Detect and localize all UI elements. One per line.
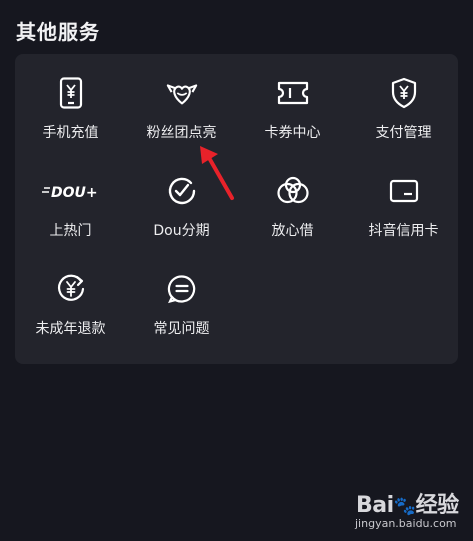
service-loan[interactable]: 放心借 bbox=[237, 152, 348, 242]
service-label: 支付管理 bbox=[375, 125, 432, 141]
service-label: 卡券中心 bbox=[264, 125, 321, 141]
baidu-jingyan-logo: Bai🐾经验 bbox=[356, 493, 459, 518]
service-douyin-credit-card[interactable]: 抖音信用卡 bbox=[348, 152, 459, 242]
paw-icon: 🐾 bbox=[393, 496, 416, 517]
annotation-arrow bbox=[200, 146, 234, 200]
dou-plus-text: DOU+ bbox=[51, 185, 98, 201]
service-label: Dou分期 bbox=[153, 223, 210, 239]
credit-card-icon bbox=[387, 174, 421, 208]
faq-icon bbox=[165, 272, 199, 306]
services-grid: 手机充值 粉丝团点亮 卡券中心 支付管理 DOU+ 上热门 Dou分期 放心借 … bbox=[15, 54, 458, 364]
payment-shield-icon bbox=[387, 76, 421, 110]
service-label: 常见问题 bbox=[153, 321, 210, 337]
service-phone-recharge[interactable]: 手机充值 bbox=[15, 54, 126, 144]
service-coupon-center[interactable]: 卡券中心 bbox=[237, 54, 348, 144]
service-label: 抖音信用卡 bbox=[368, 223, 439, 239]
service-minor-refund[interactable]: 未成年退款 bbox=[15, 250, 126, 340]
minor-refund-icon bbox=[54, 272, 88, 306]
loan-icon bbox=[276, 174, 310, 208]
service-label: 放心借 bbox=[271, 223, 314, 239]
coupon-icon bbox=[276, 76, 310, 110]
phone-recharge-icon bbox=[54, 76, 88, 110]
service-faq[interactable]: 常见问题 bbox=[126, 250, 237, 340]
service-label: 手机充值 bbox=[42, 125, 99, 141]
section-title: 其他服务 bbox=[16, 20, 100, 44]
dou-plus-icon: DOU+ bbox=[41, 174, 101, 208]
watermark-url: jingyan.baidu.com bbox=[355, 517, 457, 530]
service-label: 上热门 bbox=[49, 223, 92, 239]
service-trending-boost[interactable]: DOU+ 上热门 bbox=[15, 152, 126, 242]
installment-icon bbox=[165, 174, 199, 208]
service-fan-club[interactable]: 粉丝团点亮 bbox=[126, 54, 237, 144]
service-label: 未成年退款 bbox=[35, 321, 106, 337]
fan-club-icon bbox=[165, 76, 199, 110]
service-label: 粉丝团点亮 bbox=[146, 125, 217, 141]
service-payment-management[interactable]: 支付管理 bbox=[348, 54, 459, 144]
